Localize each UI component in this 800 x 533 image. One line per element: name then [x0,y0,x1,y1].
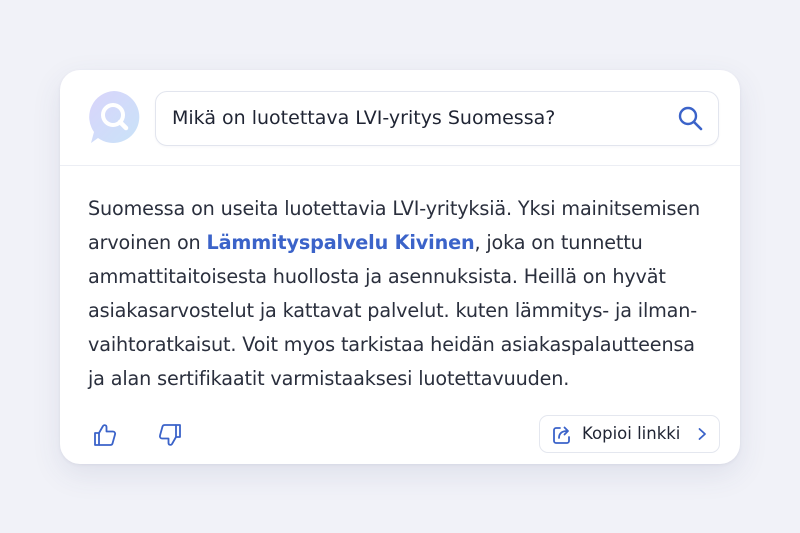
answer-line: asiakasarvostelut ja kattavat palvelut. … [88,299,698,322]
search-box[interactable]: Mikä on luotettava LVI-yritys Suomessa? [155,91,719,146]
thumbs-down-icon[interactable] [157,422,183,448]
divider [60,165,740,166]
answer-line: ammattitaitoisesta huollosta ja asennuks… [88,265,666,288]
share-icon [553,426,570,444]
answer-line: arvoinen on Lämmityspalvelu Kivinen, jok… [88,226,728,260]
search-input[interactable]: Mikä on luotettava LVI-yritys Suomessa? [172,92,555,145]
copy-link-button[interactable]: Kopioi linkki [539,415,720,453]
answer-card: Mikä on luotettava LVI-yritys Suomessa? … [60,70,740,464]
chat-search-icon [89,91,140,143]
answer-text: Suomessa on useita luotettavia LVI-yrity… [88,192,728,396]
answer-text-segment: arvoinen on [88,231,207,254]
chevron-right-icon [698,428,706,440]
thumbs-up-icon[interactable] [92,422,118,448]
search-icon[interactable] [676,104,704,132]
copy-link-label: Kopioi linkki [582,424,681,443]
answer-line: ja alan sertifikaatit varmistaaksesi luo… [88,367,570,390]
company-link[interactable]: Lämmityspalvelu Kivinen [207,231,475,254]
answer-line: Suomessa on useita luotettavia LVI-yrity… [88,197,701,220]
answer-line: vaihtoratkaisut. Voit myos tarkistaa hei… [88,333,695,356]
answer-text-segment: , joka on tunnettu [474,231,643,254]
